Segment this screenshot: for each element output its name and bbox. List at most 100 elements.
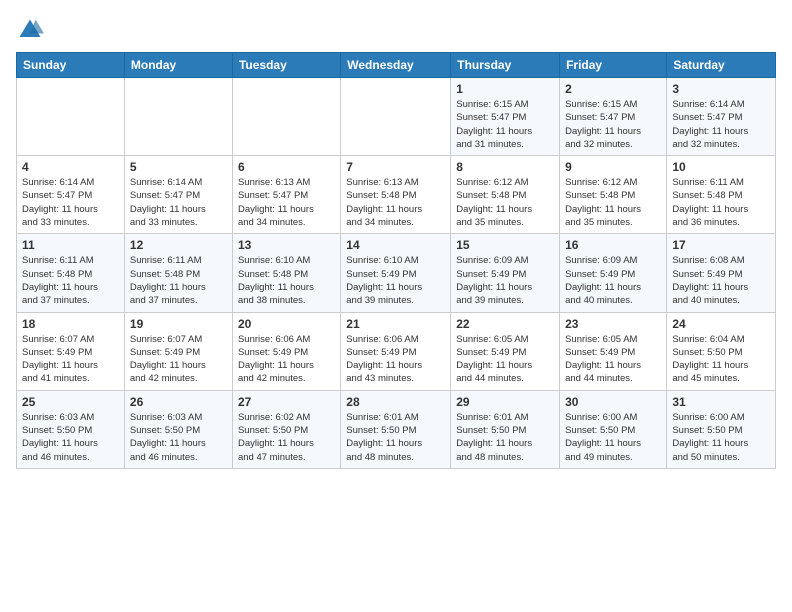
calendar-cell: 26 Sunrise: 6:03 AM Sunset: 5:50 PM Dayli… bbox=[124, 390, 232, 468]
calendar-week-row: 4 Sunrise: 6:14 AM Sunset: 5:47 PM Daylig… bbox=[17, 156, 776, 234]
calendar-cell: 4Sunrise: 6:14 AM Sunset: 5:47 PM Daylig… bbox=[17, 156, 125, 234]
logo-icon bbox=[16, 16, 44, 44]
calendar-cell: 2 Sunrise: 6:15 AM Sunset: 5:47 PM Daylig… bbox=[560, 78, 667, 156]
day-number: 17 bbox=[672, 238, 770, 252]
calendar-cell: 9Sunrise: 6:12 AM Sunset: 5:48 PM Daylig… bbox=[560, 156, 667, 234]
header-day-sunday: Sunday bbox=[17, 53, 125, 78]
day-info: Sunrise: 6:06 AM Sunset: 5:49 PM Dayligh… bbox=[238, 333, 335, 386]
day-info: Sunrise: 6:11 AM Sunset: 5:48 PM Dayligh… bbox=[130, 254, 227, 307]
logo bbox=[16, 16, 48, 44]
header-day-tuesday: Tuesday bbox=[232, 53, 340, 78]
calendar-cell: 28 Sunrise: 6:01 AM Sunset: 5:50 PM Dayli… bbox=[341, 390, 451, 468]
day-number: 15 bbox=[456, 238, 554, 252]
calendar-cell: 3Sunrise: 6:14 AM Sunset: 5:47 PM Daylig… bbox=[667, 78, 776, 156]
day-info: Sunrise: 6:11 AM Sunset: 5:48 PM Dayligh… bbox=[22, 254, 119, 307]
day-info: Sunrise: 6:13 AM Sunset: 5:48 PM Dayligh… bbox=[346, 176, 445, 229]
day-info: Sunrise: 6:04 AM Sunset: 5:50 PM Dayligh… bbox=[672, 333, 770, 386]
day-info: Sunrise: 6:15 AM Sunset: 5:47 PM Dayligh… bbox=[456, 98, 554, 151]
calendar-cell: 24 Sunrise: 6:04 AM Sunset: 5:50 PM Dayli… bbox=[667, 312, 776, 390]
page-header bbox=[16, 16, 776, 44]
calendar-table: SundayMondayTuesdayWednesdayThursdayFrid… bbox=[16, 52, 776, 469]
day-number: 31 bbox=[672, 395, 770, 409]
header-day-wednesday: Wednesday bbox=[341, 53, 451, 78]
calendar-cell bbox=[17, 78, 125, 156]
calendar-cell: 7 Sunrise: 6:13 AM Sunset: 5:48 PM Daylig… bbox=[341, 156, 451, 234]
calendar-cell: 1Sunrise: 6:15 AM Sunset: 5:47 PM Daylig… bbox=[451, 78, 560, 156]
day-number: 20 bbox=[238, 317, 335, 331]
day-number: 25 bbox=[22, 395, 119, 409]
calendar-cell: 18 Sunrise: 6:07 AM Sunset: 5:49 PM Dayli… bbox=[17, 312, 125, 390]
day-info: Sunrise: 6:14 AM Sunset: 5:47 PM Dayligh… bbox=[672, 98, 770, 151]
calendar-cell: 17 Sunrise: 6:08 AM Sunset: 5:49 PM Dayli… bbox=[667, 234, 776, 312]
calendar-cell bbox=[341, 78, 451, 156]
day-number: 11 bbox=[22, 238, 119, 252]
calendar-week-row: 1Sunrise: 6:15 AM Sunset: 5:47 PM Daylig… bbox=[17, 78, 776, 156]
calendar-cell: 10Sunrise: 6:11 AM Sunset: 5:48 PM Dayli… bbox=[667, 156, 776, 234]
day-info: Sunrise: 6:05 AM Sunset: 5:49 PM Dayligh… bbox=[565, 333, 661, 386]
day-number: 13 bbox=[238, 238, 335, 252]
calendar-cell: 12 Sunrise: 6:11 AM Sunset: 5:48 PM Dayli… bbox=[124, 234, 232, 312]
day-info: Sunrise: 6:00 AM Sunset: 5:50 PM Dayligh… bbox=[672, 411, 770, 464]
day-info: Sunrise: 6:12 AM Sunset: 5:48 PM Dayligh… bbox=[456, 176, 554, 229]
day-info: Sunrise: 6:00 AM Sunset: 5:50 PM Dayligh… bbox=[565, 411, 661, 464]
header-day-monday: Monday bbox=[124, 53, 232, 78]
day-info: Sunrise: 6:10 AM Sunset: 5:48 PM Dayligh… bbox=[238, 254, 335, 307]
day-number: 24 bbox=[672, 317, 770, 331]
day-info: Sunrise: 6:14 AM Sunset: 5:47 PM Dayligh… bbox=[130, 176, 227, 229]
calendar-cell: 16 Sunrise: 6:09 AM Sunset: 5:49 PM Dayli… bbox=[560, 234, 667, 312]
day-number: 28 bbox=[346, 395, 445, 409]
day-number: 22 bbox=[456, 317, 554, 331]
day-info: Sunrise: 6:08 AM Sunset: 5:49 PM Dayligh… bbox=[672, 254, 770, 307]
calendar-cell: 14Sunrise: 6:10 AM Sunset: 5:49 PM Dayli… bbox=[341, 234, 451, 312]
day-number: 29 bbox=[456, 395, 554, 409]
day-info: Sunrise: 6:05 AM Sunset: 5:49 PM Dayligh… bbox=[456, 333, 554, 386]
day-info: Sunrise: 6:01 AM Sunset: 5:50 PM Dayligh… bbox=[346, 411, 445, 464]
day-info: Sunrise: 6:11 AM Sunset: 5:48 PM Dayligh… bbox=[672, 176, 770, 229]
day-number: 8 bbox=[456, 160, 554, 174]
calendar-cell bbox=[232, 78, 340, 156]
calendar-cell: 15 Sunrise: 6:09 AM Sunset: 5:49 PM Dayli… bbox=[451, 234, 560, 312]
calendar-header-row: SundayMondayTuesdayWednesdayThursdayFrid… bbox=[17, 53, 776, 78]
day-info: Sunrise: 6:01 AM Sunset: 5:50 PM Dayligh… bbox=[456, 411, 554, 464]
day-info: Sunrise: 6:09 AM Sunset: 5:49 PM Dayligh… bbox=[456, 254, 554, 307]
calendar-cell bbox=[124, 78, 232, 156]
day-number: 2 bbox=[565, 82, 661, 96]
calendar-week-row: 11 Sunrise: 6:11 AM Sunset: 5:48 PM Dayli… bbox=[17, 234, 776, 312]
calendar-cell: 6Sunrise: 6:13 AM Sunset: 5:47 PM Daylig… bbox=[232, 156, 340, 234]
day-number: 4 bbox=[22, 160, 119, 174]
header-day-saturday: Saturday bbox=[667, 53, 776, 78]
header-day-thursday: Thursday bbox=[451, 53, 560, 78]
calendar-cell: 21 Sunrise: 6:06 AM Sunset: 5:49 PM Dayli… bbox=[341, 312, 451, 390]
day-info: Sunrise: 6:09 AM Sunset: 5:49 PM Dayligh… bbox=[565, 254, 661, 307]
day-number: 18 bbox=[22, 317, 119, 331]
calendar-cell: 5Sunrise: 6:14 AM Sunset: 5:47 PM Daylig… bbox=[124, 156, 232, 234]
day-number: 26 bbox=[130, 395, 227, 409]
day-info: Sunrise: 6:15 AM Sunset: 5:47 PM Dayligh… bbox=[565, 98, 661, 151]
calendar-cell: 13 Sunrise: 6:10 AM Sunset: 5:48 PM Dayli… bbox=[232, 234, 340, 312]
day-info: Sunrise: 6:03 AM Sunset: 5:50 PM Dayligh… bbox=[130, 411, 227, 464]
calendar-cell: 23 Sunrise: 6:05 AM Sunset: 5:49 PM Dayli… bbox=[560, 312, 667, 390]
calendar-cell: 29 Sunrise: 6:01 AM Sunset: 5:50 PM Dayli… bbox=[451, 390, 560, 468]
calendar-cell: 31 Sunrise: 6:00 AM Sunset: 5:50 PM Dayli… bbox=[667, 390, 776, 468]
day-number: 27 bbox=[238, 395, 335, 409]
calendar-week-row: 25 Sunrise: 6:03 AM Sunset: 5:50 PM Dayli… bbox=[17, 390, 776, 468]
day-number: 12 bbox=[130, 238, 227, 252]
day-number: 9 bbox=[565, 160, 661, 174]
calendar-cell: 30 Sunrise: 6:00 AM Sunset: 5:50 PM Dayli… bbox=[560, 390, 667, 468]
calendar-week-row: 18 Sunrise: 6:07 AM Sunset: 5:49 PM Dayli… bbox=[17, 312, 776, 390]
calendar-cell: 8 Sunrise: 6:12 AM Sunset: 5:48 PM Daylig… bbox=[451, 156, 560, 234]
day-info: Sunrise: 6:13 AM Sunset: 5:47 PM Dayligh… bbox=[238, 176, 335, 229]
day-number: 30 bbox=[565, 395, 661, 409]
day-info: Sunrise: 6:07 AM Sunset: 5:49 PM Dayligh… bbox=[22, 333, 119, 386]
day-number: 19 bbox=[130, 317, 227, 331]
day-number: 16 bbox=[565, 238, 661, 252]
calendar-cell: 22 Sunrise: 6:05 AM Sunset: 5:49 PM Dayli… bbox=[451, 312, 560, 390]
day-info: Sunrise: 6:03 AM Sunset: 5:50 PM Dayligh… bbox=[22, 411, 119, 464]
day-number: 21 bbox=[346, 317, 445, 331]
day-info: Sunrise: 6:07 AM Sunset: 5:49 PM Dayligh… bbox=[130, 333, 227, 386]
day-info: Sunrise: 6:10 AM Sunset: 5:49 PM Dayligh… bbox=[346, 254, 445, 307]
calendar-cell: 25 Sunrise: 6:03 AM Sunset: 5:50 PM Dayli… bbox=[17, 390, 125, 468]
day-number: 7 bbox=[346, 160, 445, 174]
day-info: Sunrise: 6:06 AM Sunset: 5:49 PM Dayligh… bbox=[346, 333, 445, 386]
day-number: 23 bbox=[565, 317, 661, 331]
